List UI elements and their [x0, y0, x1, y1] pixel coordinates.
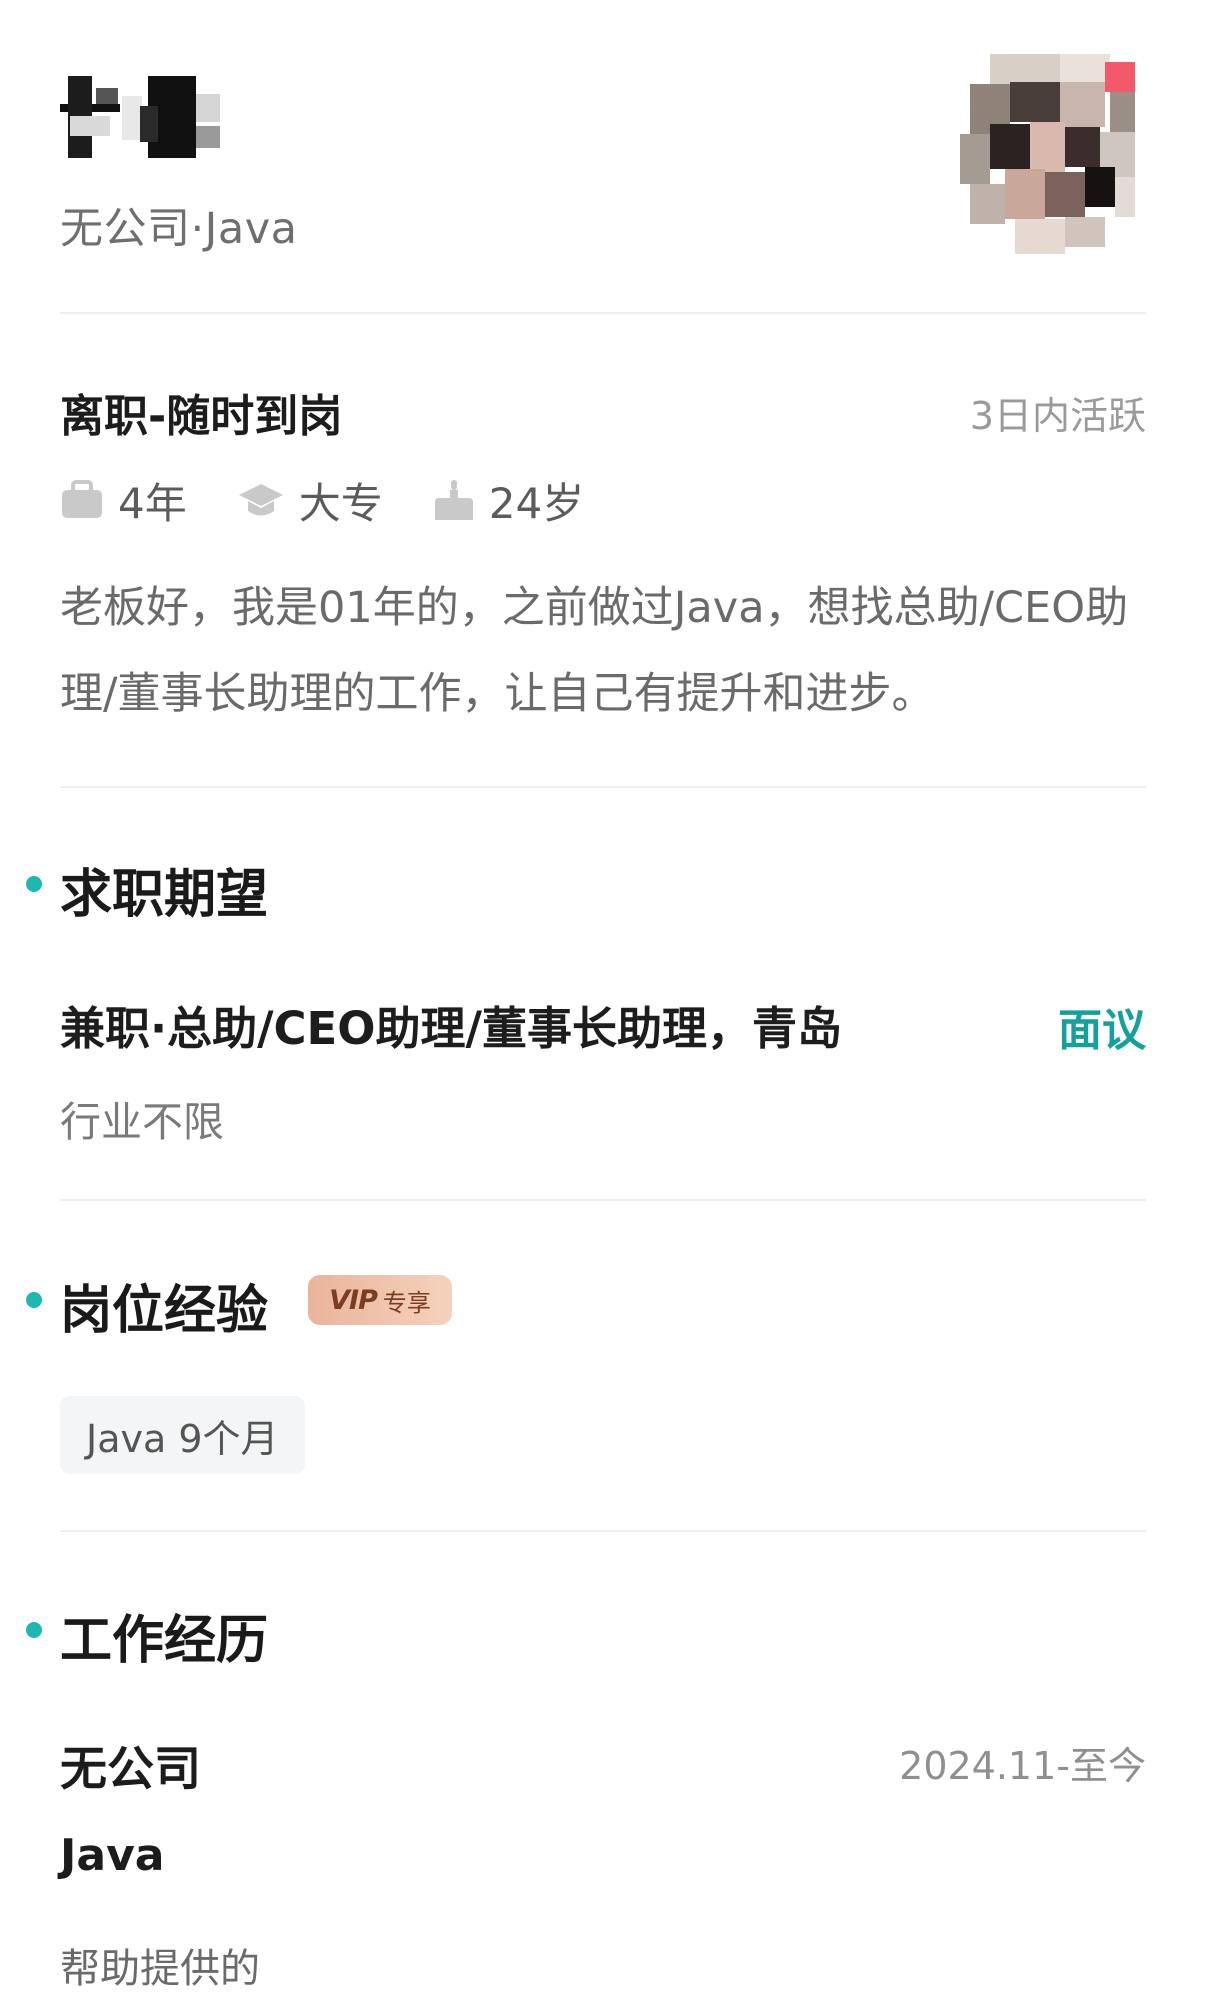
work-description: 帮助提供的 — [60, 1946, 260, 1992]
header-divider — [60, 312, 1146, 314]
active-status: 3日内活跃 — [969, 394, 1146, 438]
section-dot-expectation — [26, 876, 42, 892]
vip-mark: VIP — [329, 1284, 378, 1316]
self-introduction: 老板好，我是01年的，之前做过Java，想找总助/CEO助理/董事长助理的工作，… — [60, 583, 1129, 719]
vip-text: 专享 — [382, 1288, 431, 1317]
birthday-cake-icon — [434, 480, 473, 520]
education-item: 大专 — [237, 470, 383, 531]
expectation-divider — [60, 1199, 1146, 1201]
expectation-industry: 行业不限 — [60, 1098, 224, 1146]
experience-text: 4年 — [118, 478, 187, 528]
experience-tag-text: Java 9个月 — [86, 1416, 279, 1461]
avatar[interactable] — [960, 54, 1145, 254]
resume-page: 无公司·Java 离职-随时到岗 3日内活跃 4年 大专 24岁 老板好，我是0… — [0, 0, 1206, 1992]
age-text: 24岁 — [488, 478, 585, 528]
intro-divider — [60, 786, 1146, 788]
section-title-work: 工作经历 — [60, 1611, 269, 1671]
section-dot-experience — [26, 1292, 42, 1308]
briefcase-icon — [62, 480, 102, 518]
work-company[interactable]: 无公司 — [60, 1730, 201, 1799]
section-dot-work — [26, 1622, 42, 1638]
work-position: Java — [60, 1830, 165, 1881]
company-role: 无公司·Java — [60, 204, 298, 254]
education-text: 大专 — [298, 478, 383, 528]
section-title-expectation: 求职期望 — [60, 865, 269, 925]
expectation-salary: 面议 — [1058, 1005, 1146, 1056]
experience-divider — [60, 1530, 1146, 1532]
section-title-experience: 岗位经验 — [60, 1281, 269, 1341]
graduation-cap-icon — [238, 484, 283, 516]
meta-row: 4年 大专 24岁 — [60, 470, 634, 530]
candidate-name-mosaic — [60, 76, 220, 158]
expectation-main[interactable]: 兼职·总助/CEO助理/董事长助理，青岛 — [60, 992, 842, 1057]
age-item: 24岁 — [433, 470, 584, 531]
vip-exclusive-badge[interactable]: VIP 专享 — [308, 1275, 452, 1325]
work-period: 2024.11-至今 — [899, 1744, 1146, 1788]
job-status: 离职-随时到岗 — [60, 391, 343, 442]
experience-item: 4年 — [60, 470, 187, 531]
experience-tag: Java 9个月 — [60, 1396, 305, 1474]
